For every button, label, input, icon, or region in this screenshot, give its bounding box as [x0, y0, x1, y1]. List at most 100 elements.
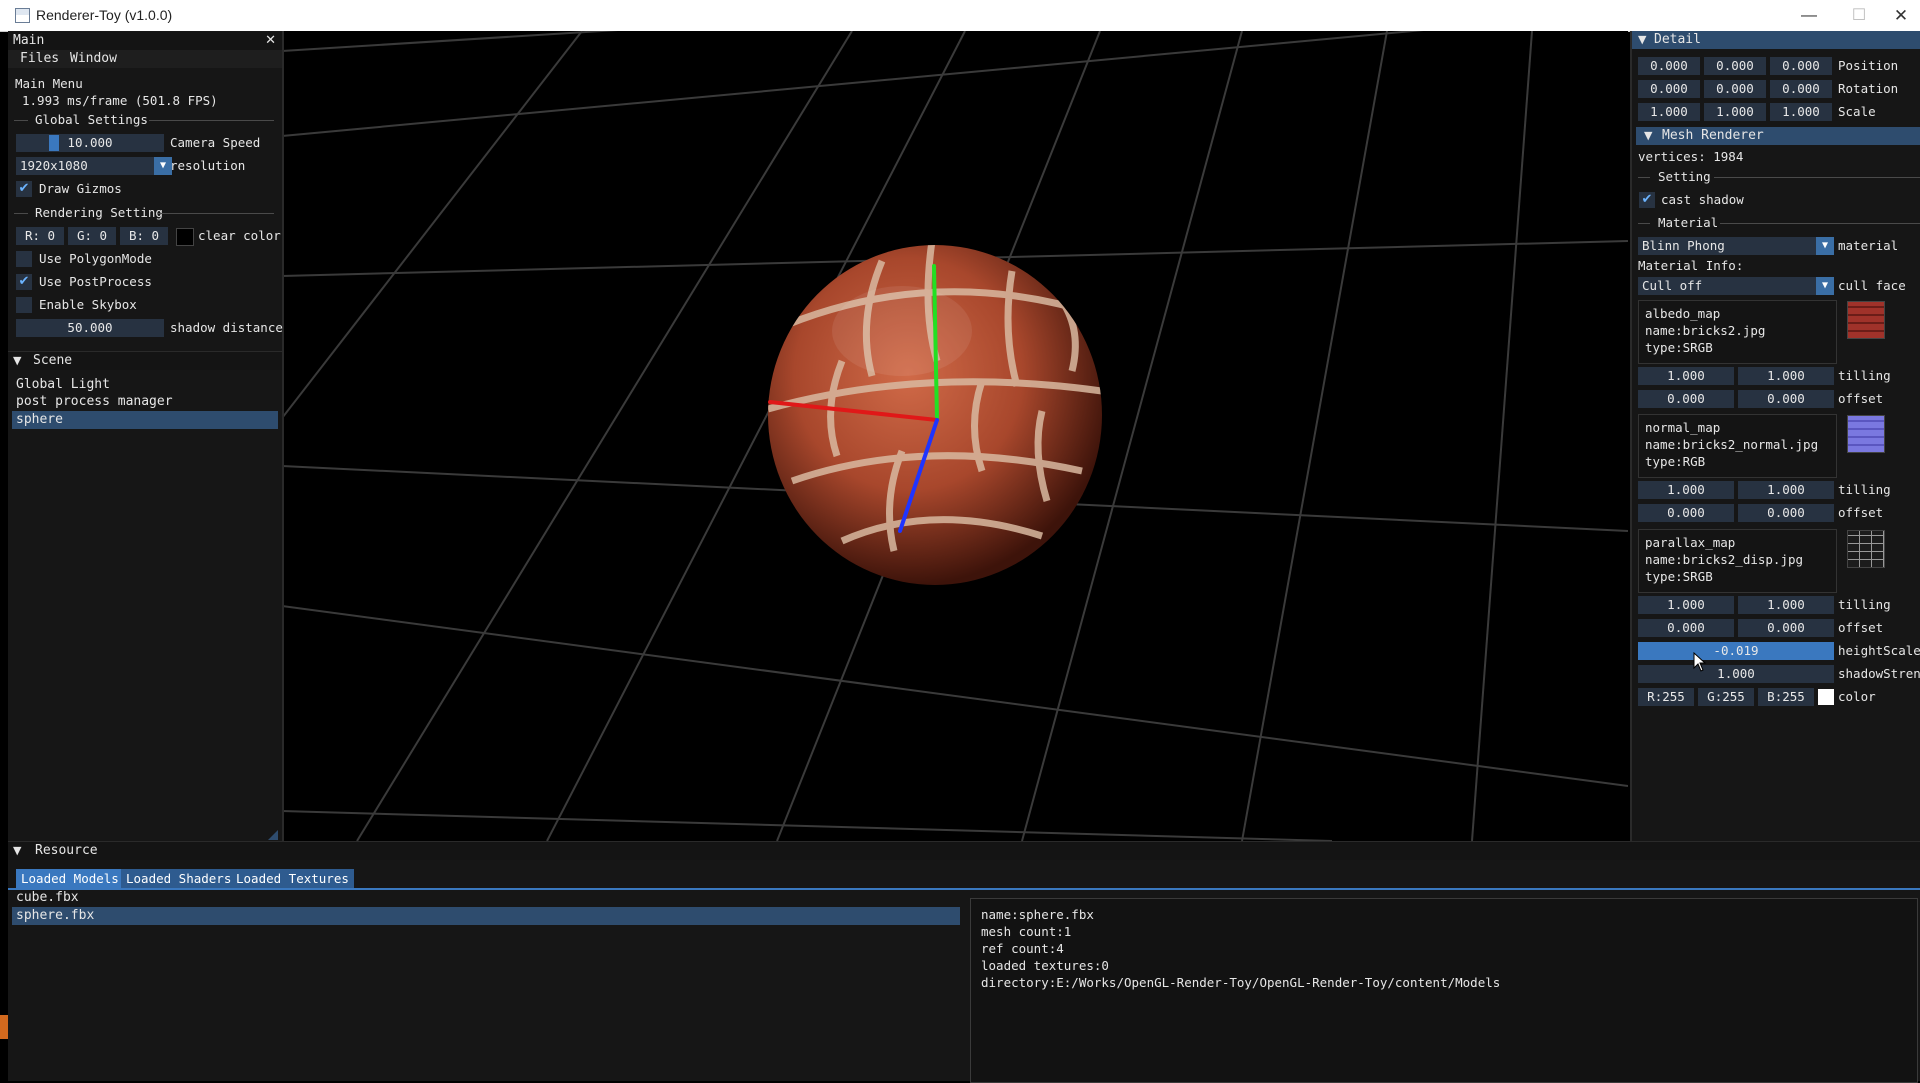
albedo-offset-x[interactable]: 0.000 — [1638, 390, 1734, 408]
cast-shadow-checkbox[interactable]: ✔ — [1639, 192, 1655, 208]
app-icon — [15, 8, 30, 23]
model-info-directory: directory:E:/Works/OpenGL-Render-Toy/Ope… — [981, 975, 1501, 990]
check-icon: ✔ — [1641, 192, 1653, 207]
main-panel-close-button[interactable]: ✕ — [265, 32, 276, 50]
normal-map-thumbnail[interactable] — [1847, 415, 1885, 453]
scene-panel-header[interactable]: ▼ Scene — [8, 352, 282, 370]
collapse-arrow-icon: ▼ — [13, 354, 22, 367]
material-info-label: Material Info: — [1638, 258, 1744, 273]
parallax-offset-y[interactable]: 0.000 — [1738, 619, 1834, 637]
camera-speed-grab[interactable] — [49, 135, 59, 151]
albedo-tilling-x[interactable]: 1.000 — [1638, 367, 1734, 385]
material-section-label: Material — [1658, 215, 1719, 230]
parallax-map-info: parallax_map name:bricks2_disp.jpg type:… — [1638, 529, 1837, 593]
render-viewport[interactable] — [282, 31, 1628, 841]
scene-item-post-process-manager[interactable]: post process manager — [16, 393, 173, 411]
shadow-distance-field[interactable]: 50.000 — [16, 319, 164, 337]
rotation-x[interactable]: 0.000 — [1638, 80, 1700, 98]
draw-gizmos-checkbox[interactable]: ✔ — [16, 181, 32, 197]
normal-offset-x[interactable]: 0.000 — [1638, 504, 1734, 522]
height-scale-label: heightScale — [1838, 643, 1920, 658]
main-panel: Main ✕ Files Window Main Menu 1.993 ms/f… — [8, 31, 284, 351]
cast-shadow-label: cast shadow — [1661, 192, 1744, 207]
menu-window[interactable]: Window — [70, 50, 117, 68]
resize-grip[interactable] — [268, 830, 278, 840]
camera-speed-slider[interactable]: 10.000 — [16, 134, 164, 152]
collapse-arrow-icon: ▼ — [1638, 33, 1647, 46]
albedo-offset-label: offset — [1838, 391, 1884, 406]
shadow-strength-field[interactable]: 1.000 — [1638, 665, 1834, 683]
use-polygon-mode-checkbox[interactable] — [16, 251, 32, 267]
clear-color-r[interactable]: R: 0 — [16, 227, 64, 245]
minimize-button[interactable]: — — [1786, 0, 1832, 31]
model-info-name: name:sphere.fbx — [981, 907, 1094, 922]
clear-color-g[interactable]: G: 0 — [68, 227, 116, 245]
enable-skybox-checkbox[interactable] — [16, 297, 32, 313]
collapse-arrow-icon: ▼ — [1644, 129, 1653, 142]
check-icon: ✔ — [18, 274, 30, 289]
position-x[interactable]: 0.000 — [1638, 57, 1700, 75]
collapse-arrow-icon: ▼ — [13, 844, 22, 857]
tab-loaded-textures[interactable]: Loaded Textures — [231, 869, 354, 888]
model-info-loaded-textures: loaded textures:0 — [981, 958, 1109, 973]
use-postprocess-checkbox[interactable]: ✔ — [16, 274, 32, 290]
resolution-label: resolution — [170, 158, 246, 173]
clear-color-swatch[interactable] — [176, 228, 194, 246]
normal-tilling-y[interactable]: 1.000 — [1738, 481, 1834, 499]
color-label: color — [1838, 689, 1876, 704]
scale-z[interactable]: 1.000 — [1770, 103, 1832, 121]
scene-item-global-light[interactable]: Global Light — [16, 376, 110, 394]
setting-label: Setting — [1658, 169, 1711, 184]
albedo-tilling-y[interactable]: 1.000 — [1738, 367, 1834, 385]
camera-speed-label: Camera Speed — [170, 135, 261, 150]
normal-map-info: normal_map name:bricks2_normal.jpg type:… — [1638, 414, 1837, 478]
mesh-renderer-title: Mesh Renderer — [1662, 128, 1764, 143]
height-scale-slider[interactable]: -0.019 — [1638, 642, 1834, 660]
normal-tilling-x[interactable]: 1.000 — [1638, 481, 1734, 499]
detail-panel-header[interactable]: ▼ Detail — [1632, 31, 1920, 49]
main-panel-title: Main — [13, 33, 45, 48]
model-info-box: name:sphere.fbx mesh count:1 ref count:4… — [970, 898, 1918, 1083]
scene-item-sphere[interactable]: sphere — [12, 411, 278, 429]
maximize-button[interactable]: ☐ — [1836, 0, 1882, 31]
normal-offset-y[interactable]: 0.000 — [1738, 504, 1834, 522]
tab-loaded-shaders[interactable]: Loaded Shaders — [121, 869, 237, 888]
model-info-ref-count: ref count:4 — [981, 941, 1064, 956]
rotation-y[interactable]: 0.000 — [1704, 80, 1766, 98]
resource-panel-header[interactable]: ▼ Resource — [8, 842, 1920, 860]
material-combo[interactable]: Blinn Phong ▼ — [1638, 237, 1834, 255]
color-b[interactable]: B:255 — [1758, 688, 1814, 706]
clear-color-label: clear color — [198, 228, 281, 243]
mesh-renderer-header[interactable]: ▼ Mesh Renderer — [1636, 127, 1920, 145]
clear-color-b[interactable]: B: 0 — [120, 227, 168, 245]
color-g[interactable]: G:255 — [1698, 688, 1754, 706]
rotation-z[interactable]: 0.000 — [1770, 80, 1832, 98]
menu-files[interactable]: Files — [20, 50, 59, 68]
enable-skybox-label: Enable Skybox — [39, 297, 137, 312]
normal-offset-label: offset — [1838, 505, 1884, 520]
close-window-button[interactable]: ✕ — [1878, 0, 1920, 31]
position-y[interactable]: 0.000 — [1704, 57, 1766, 75]
resource-panel-title: Resource — [35, 843, 98, 858]
tab-loaded-models[interactable]: Loaded Models — [16, 869, 124, 888]
resolution-combo[interactable]: 1920x1080 ▼ — [16, 157, 172, 175]
main-panel-header[interactable]: Main ✕ — [8, 32, 282, 50]
position-z[interactable]: 0.000 — [1770, 57, 1832, 75]
detail-panel: ▼ Detail 0.000 0.000 0.000 Position 0.00… — [1630, 31, 1920, 841]
resource-panel: ▼ Resource Loaded Models Loaded Shaders … — [8, 841, 1920, 1083]
parallax-tilling-x[interactable]: 1.000 — [1638, 596, 1734, 614]
rendering-setting-label: Rendering Setting — [35, 205, 163, 220]
parallax-offset-x[interactable]: 0.000 — [1638, 619, 1734, 637]
cull-face-combo[interactable]: Cull off ▼ — [1638, 277, 1834, 295]
scale-x[interactable]: 1.000 — [1638, 103, 1700, 121]
scale-y[interactable]: 1.000 — [1704, 103, 1766, 121]
model-item-cube[interactable]: cube.fbx — [16, 889, 79, 907]
parallax-tilling-y[interactable]: 1.000 — [1738, 596, 1834, 614]
albedo-map-thumbnail[interactable] — [1847, 301, 1885, 339]
color-swatch[interactable] — [1818, 689, 1834, 705]
parallax-map-thumbnail[interactable] — [1847, 530, 1885, 568]
albedo-offset-y[interactable]: 0.000 — [1738, 390, 1834, 408]
model-item-sphere[interactable]: sphere.fbx — [12, 907, 960, 925]
color-r[interactable]: R:255 — [1638, 688, 1694, 706]
use-polygon-mode-label: Use PolygonMode — [39, 251, 152, 266]
